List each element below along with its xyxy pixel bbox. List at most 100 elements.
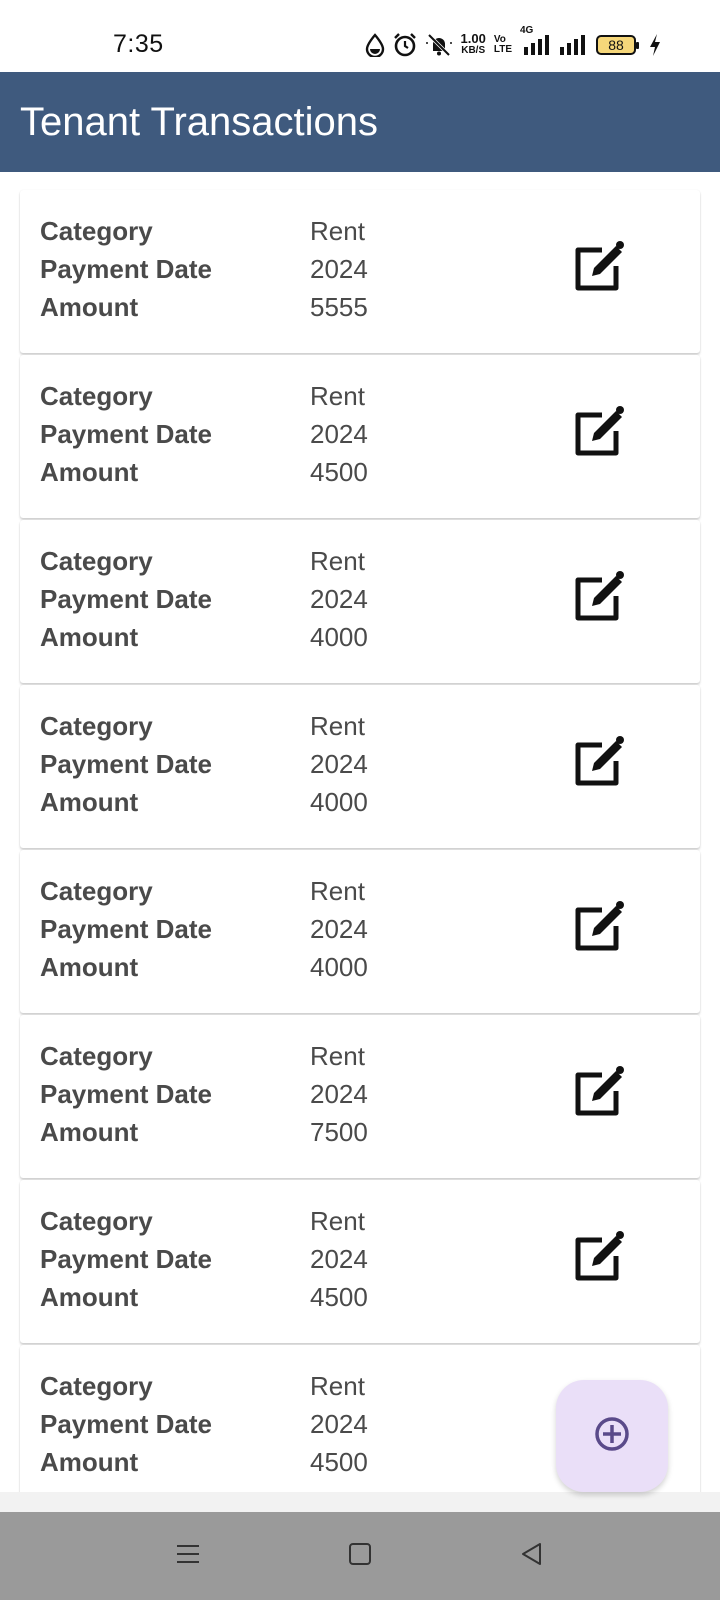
edit-transaction-button[interactable] (570, 900, 628, 958)
transaction-card: Category Payment Date Amount Rent 2024 4000 (20, 685, 700, 848)
category-label: Category (40, 546, 153, 576)
edit-icon (572, 735, 626, 794)
transaction-values: Rent 2024 4500 (310, 377, 368, 491)
transaction-card: Category Payment Date Amount Rent 2024 4000 (20, 850, 700, 1013)
transaction-labels: Category Payment Date Amount (40, 872, 212, 986)
back-triangle-icon (518, 1540, 546, 1573)
category-label: Category (40, 711, 153, 741)
category-value: Rent (310, 1041, 365, 1071)
transaction-card: Category Payment Date Amount Rent 2024 4000 (20, 520, 700, 683)
edit-icon (572, 1065, 626, 1124)
payment-date-value: 2024 (310, 1409, 368, 1439)
payment-date-label: Payment Date (40, 914, 212, 944)
category-value: Rent (310, 1371, 365, 1401)
category-label: Category (40, 1371, 153, 1401)
payment-date-value: 2024 (310, 419, 368, 449)
silent-bell-icon (425, 33, 453, 57)
category-value: Rent (310, 381, 365, 411)
payment-date-value: 2024 (310, 749, 368, 779)
net-speed-unit: KB/S (461, 45, 486, 56)
amount-value: 4000 (310, 622, 368, 652)
transactions-list[interactable]: Category Payment Date Amount Rent 2024 5555 Ca… (0, 172, 720, 1492)
category-value: Rent (310, 1206, 365, 1236)
amount-value: 7500 (310, 1117, 368, 1147)
home-button[interactable] (338, 1534, 382, 1578)
add-circle-icon (592, 1414, 632, 1459)
transaction-labels: Category Payment Date Amount (40, 1367, 212, 1481)
amount-value: 4500 (310, 1282, 368, 1312)
payment-date-label: Payment Date (40, 1409, 212, 1439)
edit-transaction-button[interactable] (570, 570, 628, 628)
volte-bottom: LTE (493, 44, 512, 55)
amount-label: Amount (40, 292, 139, 322)
category-label: Category (40, 1041, 153, 1071)
network-type: 4G (520, 25, 534, 36)
amount-value: 4000 (310, 787, 368, 817)
transaction-values: Rent 2024 4000 (310, 542, 368, 656)
transaction-values: Rent 2024 7500 (310, 1037, 368, 1151)
payment-date-value: 2024 (310, 1244, 368, 1274)
edit-icon (572, 240, 626, 299)
home-square-icon (346, 1540, 374, 1573)
transaction-card: Category Payment Date Amount Rent 2024 4500 (20, 1180, 700, 1343)
transaction-labels: Category Payment Date Amount (40, 377, 212, 491)
transaction-labels: Category Payment Date Amount (40, 212, 212, 326)
payment-date-label: Payment Date (40, 254, 212, 284)
alarm-icon (393, 33, 417, 57)
payment-date-label: Payment Date (40, 419, 212, 449)
category-value: Rent (310, 216, 365, 246)
transaction-values: Rent 2024 5555 (310, 212, 368, 326)
transaction-labels: Category Payment Date Amount (40, 1202, 212, 1316)
amount-value: 4000 (310, 952, 368, 982)
payment-date-value: 2024 (310, 584, 368, 614)
transaction-labels: Category Payment Date Amount (40, 542, 212, 656)
volte-indicator: Vo LTE (494, 35, 512, 55)
signal-icon: 4G (520, 25, 550, 57)
status-icons: 1.00 KB/S Vo LTE 4G 88 (365, 25, 662, 59)
edit-transaction-button[interactable] (570, 405, 628, 463)
system-nav-bar (0, 1512, 720, 1600)
amount-label: Amount (40, 952, 139, 982)
amount-label: Amount (40, 1447, 139, 1477)
edit-transaction-button[interactable] (570, 1230, 628, 1288)
category-value: Rent (310, 711, 365, 741)
edit-transaction-button[interactable] (570, 1065, 628, 1123)
page-title: Tenant Transactions (20, 100, 378, 144)
network-speed: 1.00 KB/S (460, 31, 486, 57)
back-button[interactable] (510, 1534, 554, 1578)
transaction-values: Rent 2024 4000 (310, 872, 368, 986)
payment-date-label: Payment Date (40, 584, 212, 614)
payment-date-value: 2024 (310, 914, 368, 944)
battery-level: 88 (608, 37, 624, 53)
amount-value: 4500 (310, 1447, 368, 1477)
category-label: Category (40, 216, 153, 246)
payment-date-label: Payment Date (40, 749, 212, 779)
category-label: Category (40, 1206, 153, 1236)
amount-value: 5555 (310, 292, 368, 322)
edit-transaction-button[interactable] (570, 240, 628, 298)
payment-date-label: Payment Date (40, 1079, 212, 1109)
charging-icon (648, 33, 662, 57)
edit-icon (572, 570, 626, 629)
status-time: 7:35 (113, 30, 164, 58)
add-transaction-button[interactable] (556, 1380, 668, 1492)
edit-icon (572, 405, 626, 464)
edit-transaction-button[interactable] (570, 735, 628, 793)
category-value: Rent (310, 876, 365, 906)
transaction-values: Rent 2024 4500 (310, 1202, 368, 1316)
edit-icon (572, 900, 626, 959)
menu-button[interactable] (166, 1534, 210, 1578)
amount-label: Amount (40, 1117, 139, 1147)
transaction-values: Rent 2024 4500 (310, 1367, 368, 1481)
menu-icon (174, 1540, 202, 1573)
transaction-labels: Category Payment Date Amount (40, 1037, 212, 1151)
signal-icon (558, 33, 588, 57)
payment-date-value: 2024 (310, 1079, 368, 1109)
category-label: Category (40, 381, 153, 411)
transaction-labels: Category Payment Date Amount (40, 707, 212, 821)
transaction-card: Category Payment Date Amount Rent 2024 5555 (20, 190, 700, 353)
net-speed-value: 1.00 (460, 31, 486, 46)
amount-label: Amount (40, 622, 139, 652)
payment-date-value: 2024 (310, 254, 368, 284)
transaction-card: Category Payment Date Amount Rent 2024 4500 (20, 355, 700, 518)
